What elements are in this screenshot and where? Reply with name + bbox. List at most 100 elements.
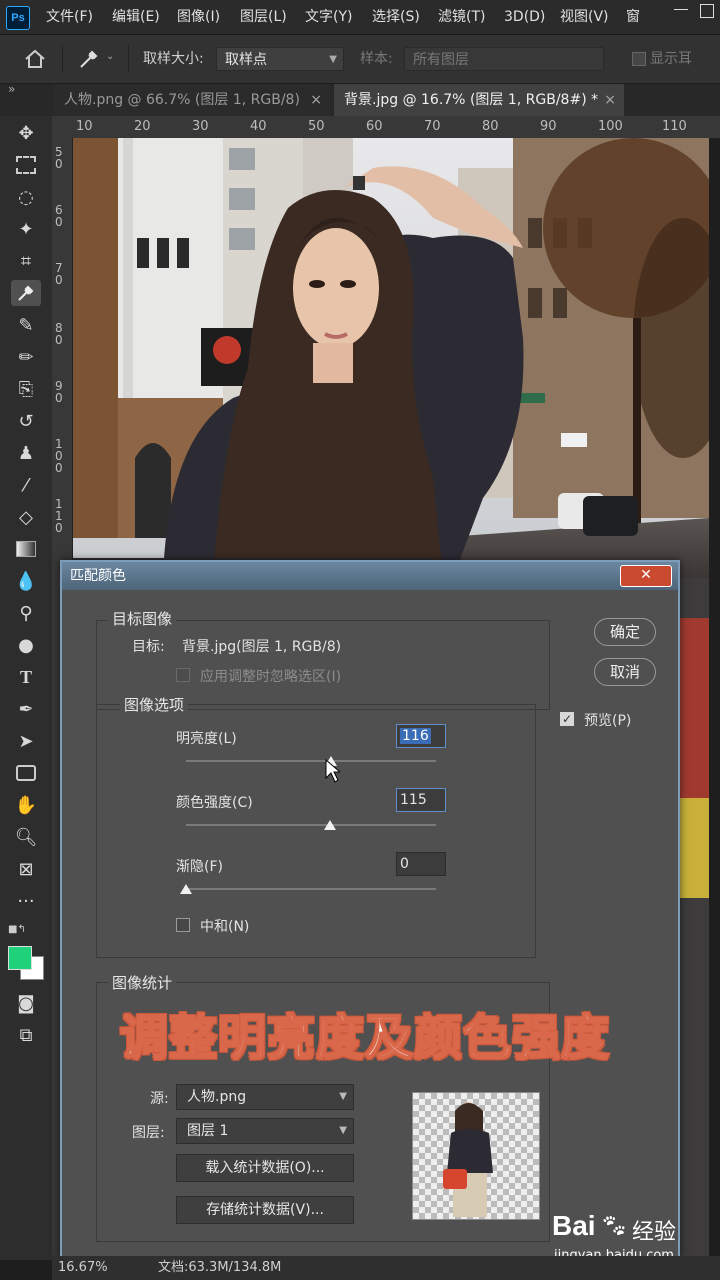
close-tab-icon[interactable]: ×	[310, 84, 322, 116]
clone-stamp-tool-icon[interactable]: ⎘	[11, 376, 41, 402]
luminance-label: 明亮度(L)	[176, 731, 237, 747]
show-ring-checkbox[interactable]	[632, 52, 646, 66]
hand-tool-icon[interactable]: ✋	[11, 792, 41, 818]
type-tool-icon[interactable]: T	[11, 664, 41, 690]
luminance-input[interactable]: 116	[396, 724, 446, 748]
menu-3d[interactable]: 3D(D)	[504, 0, 545, 34]
tab-background-jpg[interactable]: 背景.jpg @ 16.7% (图层 1, RGB/8#) * ×	[334, 84, 624, 116]
default-colors-icon[interactable]: ■↰	[8, 924, 26, 935]
eyedropper-tool-icon[interactable]	[11, 280, 41, 306]
tools-panel: ✥ ◌ ✦ ⌗ ✎ ✏ ⎘ ↺ ♟ ⁄ ◇ 💧 ⚲ ● T ✒ ➤ ✋ 🔍︎ ⊠…	[0, 116, 53, 1260]
source-label: 源:	[150, 1091, 169, 1107]
zoom-level[interactable]: 16.67%	[58, 1256, 108, 1280]
preview-label: 预览(P)	[584, 713, 632, 729]
menu-window[interactable]: 窗	[626, 0, 640, 34]
fade-input[interactable]: 0	[396, 852, 446, 876]
person-thumbnail-icon	[443, 1102, 493, 1217]
sample-select[interactable]: 所有图层	[404, 47, 604, 71]
luminance-slider-track[interactable]	[186, 760, 436, 762]
more-tools-icon[interactable]: ···	[11, 888, 41, 914]
rectangle-tool-icon[interactable]	[11, 760, 41, 786]
collapse-panels-icon[interactable]: »	[8, 82, 15, 96]
healing-brush-tool-icon[interactable]: ✎	[11, 312, 41, 338]
source-select[interactable]: 人物.png ▼	[176, 1084, 354, 1110]
sponge-tool-icon[interactable]: ●	[11, 632, 41, 658]
image-options-heading: 图像选项	[120, 694, 189, 715]
chevron-down-icon: ▼	[329, 54, 337, 65]
load-statistics-button[interactable]: 载入统计数据(O)...	[176, 1154, 354, 1182]
pen-tool-icon[interactable]: ✒	[11, 696, 41, 722]
home-icon[interactable]	[24, 49, 46, 69]
minimize-icon[interactable]	[674, 9, 688, 10]
quick-mask-icon[interactable]: ◙	[11, 990, 41, 1016]
target-image-heading: 目标图像	[108, 608, 177, 629]
image-options-group	[96, 704, 536, 958]
source-thumbnail	[412, 1092, 540, 1220]
menu-bar: Ps 文件(F) 编辑(E) 图像(I) 图层(L) 文字(Y) 选择(S) 滤…	[0, 0, 720, 35]
fade-label: 渐隐(F)	[176, 859, 223, 875]
cancel-button[interactable]: 取消	[594, 658, 656, 686]
paw-icon: 🐾︎	[600, 1214, 628, 1239]
zoom-tool-icon[interactable]: 🔍︎	[11, 824, 41, 850]
menu-layer[interactable]: 图层(L)	[240, 0, 287, 34]
preview-checkbox[interactable]: ✓	[560, 712, 574, 726]
screen-mode-icon[interactable]: ⧉	[11, 1022, 41, 1048]
art-history-brush-icon[interactable]: ⁄	[11, 472, 41, 498]
intensity-slider-track[interactable]	[186, 824, 436, 826]
close-icon[interactable]: ✕	[620, 565, 672, 587]
sample-size-label: 取样大小:	[143, 51, 204, 67]
target-label: 目标:	[132, 639, 165, 655]
mouse-cursor-icon	[325, 758, 340, 783]
crop-tool-icon[interactable]: ⌗	[11, 248, 41, 274]
intensity-label: 颜色强度(C)	[176, 795, 253, 811]
brush-tool-icon[interactable]: ✏	[11, 344, 41, 370]
target-value: 背景.jpg(图层 1, RGB/8)	[182, 639, 342, 655]
menu-view[interactable]: 视图(V)	[560, 0, 609, 34]
ignore-selection-checkbox[interactable]	[176, 668, 190, 682]
sample-size-select[interactable]: 取样点 ▼	[216, 47, 344, 71]
neutralize-checkbox[interactable]	[176, 918, 190, 932]
save-statistics-button[interactable]: 存储统计数据(V)...	[176, 1196, 354, 1224]
menu-filter[interactable]: 滤镜(T)	[438, 0, 485, 34]
sample-label: 样本:	[360, 51, 393, 67]
ok-button[interactable]: 确定	[594, 618, 656, 646]
intensity-slider-thumb[interactable]	[323, 820, 336, 830]
fade-slider-track[interactable]	[186, 888, 436, 890]
stamp-tool-icon[interactable]: ♟	[11, 440, 41, 466]
intensity-input[interactable]: 115	[396, 788, 446, 812]
magic-wand-tool-icon[interactable]: ✦	[11, 216, 41, 242]
eraser-tool-icon[interactable]: ◇	[11, 504, 41, 530]
tab-person-png[interactable]: 人物.png @ 66.7% (图层 1, RGB/8) ×	[54, 84, 330, 116]
tutorial-caption: 调整明亮度及颜色强度	[119, 1009, 610, 1067]
history-brush-tool-icon[interactable]: ↺	[11, 408, 41, 434]
eyedropper-tool-icon[interactable]	[78, 48, 100, 70]
lasso-tool-icon[interactable]: ◌	[11, 184, 41, 210]
document-tab-bar: » 人物.png @ 66.7% (图层 1, RGB/8) × 背景.jpg @…	[0, 82, 720, 116]
blur-tool-icon[interactable]: 💧	[11, 568, 41, 594]
layer-select[interactable]: 图层 1 ▼	[176, 1118, 354, 1144]
menu-file[interactable]: 文件(F)	[46, 0, 93, 34]
fade-slider-thumb[interactable]	[180, 884, 192, 894]
dodge-tool-icon[interactable]: ⚲	[11, 600, 41, 626]
path-selection-tool-icon[interactable]: ➤	[11, 728, 41, 754]
gradient-tool-icon[interactable]	[11, 536, 41, 562]
options-bar: ⌄ 取样大小: 取样点 ▼ 样本: 所有图层 显示耳	[0, 35, 720, 84]
maximize-icon[interactable]	[700, 4, 714, 18]
close-tab-icon[interactable]: ×	[604, 84, 616, 116]
chevron-down-icon: ▼	[339, 1125, 347, 1136]
menu-type[interactable]: 文字(Y)	[305, 0, 352, 34]
artboard-tool-icon[interactable]: ⊠	[11, 856, 41, 882]
show-ring-label: 显示耳	[650, 51, 692, 67]
marquee-tool-icon[interactable]	[11, 152, 41, 178]
menu-image[interactable]: 图像(I)	[177, 0, 220, 34]
ignore-selection-label: 应用调整时忽略选区(I)	[200, 669, 342, 685]
chevron-down-icon: ▼	[339, 1091, 347, 1102]
foreground-color-swatch[interactable]	[8, 946, 32, 970]
menu-select[interactable]: 选择(S)	[372, 0, 420, 34]
image-statistics-heading: 图像统计	[108, 972, 177, 993]
menu-edit[interactable]: 编辑(E)	[112, 0, 160, 34]
tool-preset-chevron-icon[interactable]: ⌄	[106, 51, 114, 62]
move-tool-icon[interactable]: ✥	[11, 120, 41, 146]
dialog-title-bar[interactable]: 匹配颜色 ✕	[62, 562, 678, 590]
document-size: 文档:63.3M/134.8M	[158, 1260, 282, 1275]
